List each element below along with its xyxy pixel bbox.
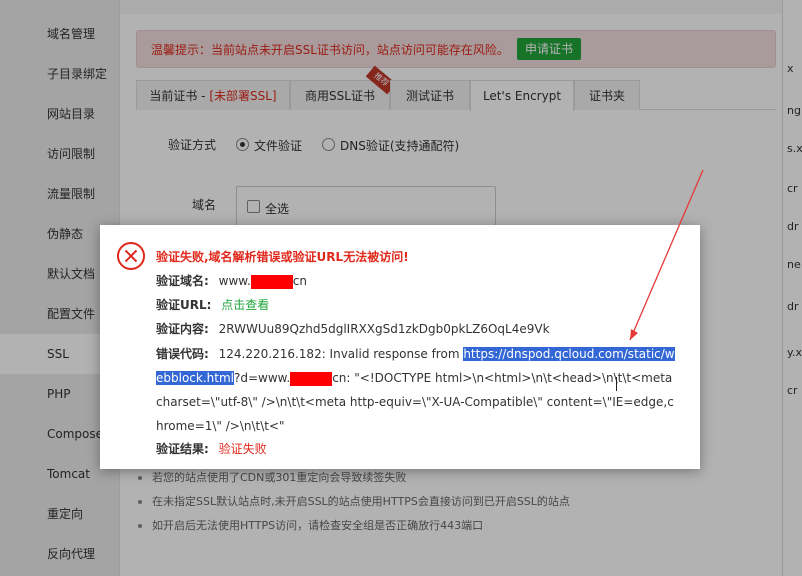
annotation-arrow-icon bbox=[629, 169, 704, 341]
